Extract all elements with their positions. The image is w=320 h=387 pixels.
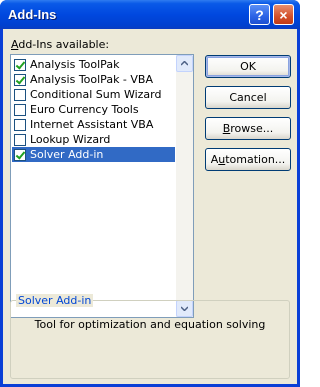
close-icon: × xyxy=(279,6,288,23)
list-item-label: Analysis ToolPak xyxy=(30,58,120,71)
automation-button[interactable]: Au tomation... xyxy=(205,148,291,171)
browse-button[interactable]: Browse... xyxy=(205,117,291,140)
add-in-details-group: Solver Add-in Tool for optimization and … xyxy=(10,294,290,379)
chevron-up-icon xyxy=(181,61,188,66)
list-item-label: Euro Currency Tools xyxy=(30,103,139,116)
list-item[interactable]: Internet Assistant VBA xyxy=(12,117,175,132)
vertical-scrollbar[interactable] xyxy=(176,55,193,317)
help-icon: ? xyxy=(255,6,264,23)
add-ins-available-label: Add-Ins available: xyxy=(11,38,109,51)
help-button[interactable]: ? xyxy=(249,4,270,25)
label-text: dd-Ins available: xyxy=(18,38,110,51)
list-item[interactable]: Solver Add-in xyxy=(12,147,175,162)
checkbox-checked-icon[interactable] xyxy=(14,58,26,71)
automation-label-pre: A xyxy=(210,153,219,166)
automation-label-rest: tomation... xyxy=(225,153,286,166)
checkbox-icon[interactable] xyxy=(14,118,26,131)
details-description: Tool for optimization and equation solvi… xyxy=(34,318,266,331)
close-button[interactable]: × xyxy=(273,4,294,25)
list-item[interactable]: Conditional Sum Wizard xyxy=(12,87,175,102)
details-title: Solver Add-in xyxy=(16,294,94,307)
checkbox-icon[interactable] xyxy=(14,88,26,101)
ok-button[interactable]: OK xyxy=(205,55,291,78)
list-item-label: Conditional Sum Wizard xyxy=(30,88,162,101)
browse-accelerator: B xyxy=(222,122,231,135)
list-item[interactable]: Euro Currency Tools xyxy=(12,102,175,117)
cancel-button[interactable]: Cancel xyxy=(205,86,291,109)
browse-label: rowse... xyxy=(230,122,274,135)
automation-accelerator: u xyxy=(218,153,226,166)
add-ins-listbox[interactable]: Analysis ToolPak Analysis ToolPak - VBA Co… xyxy=(10,54,194,318)
window-title: Add-Ins xyxy=(8,7,57,22)
list-item[interactable]: Analysis ToolPak xyxy=(12,57,175,72)
list-item-label: Solver Add-in xyxy=(30,148,104,161)
dialog-body: Add-Ins available: Analysis ToolPak Analy… xyxy=(3,29,297,384)
list-item[interactable]: Lookup Wizard xyxy=(12,132,175,147)
scroll-up-button[interactable] xyxy=(176,55,193,72)
add-ins-list: Analysis ToolPak Analysis ToolPak - VBA Co… xyxy=(12,57,175,162)
checkbox-checked-icon[interactable] xyxy=(14,73,26,86)
add-ins-dialog: Add-Ins ? × Add-Ins available: Analysis … xyxy=(0,0,300,387)
checkbox-icon[interactable] xyxy=(14,133,26,146)
checkbox-icon[interactable] xyxy=(14,103,26,116)
list-item-label: Analysis ToolPak - VBA xyxy=(30,73,153,86)
list-item[interactable]: Analysis ToolPak - VBA xyxy=(12,72,175,87)
title-bar[interactable]: Add-Ins ? × xyxy=(0,0,300,29)
list-item-label: Internet Assistant VBA xyxy=(30,118,154,131)
list-item-label: Lookup Wizard xyxy=(30,133,111,146)
checkbox-checked-icon[interactable] xyxy=(14,148,26,161)
